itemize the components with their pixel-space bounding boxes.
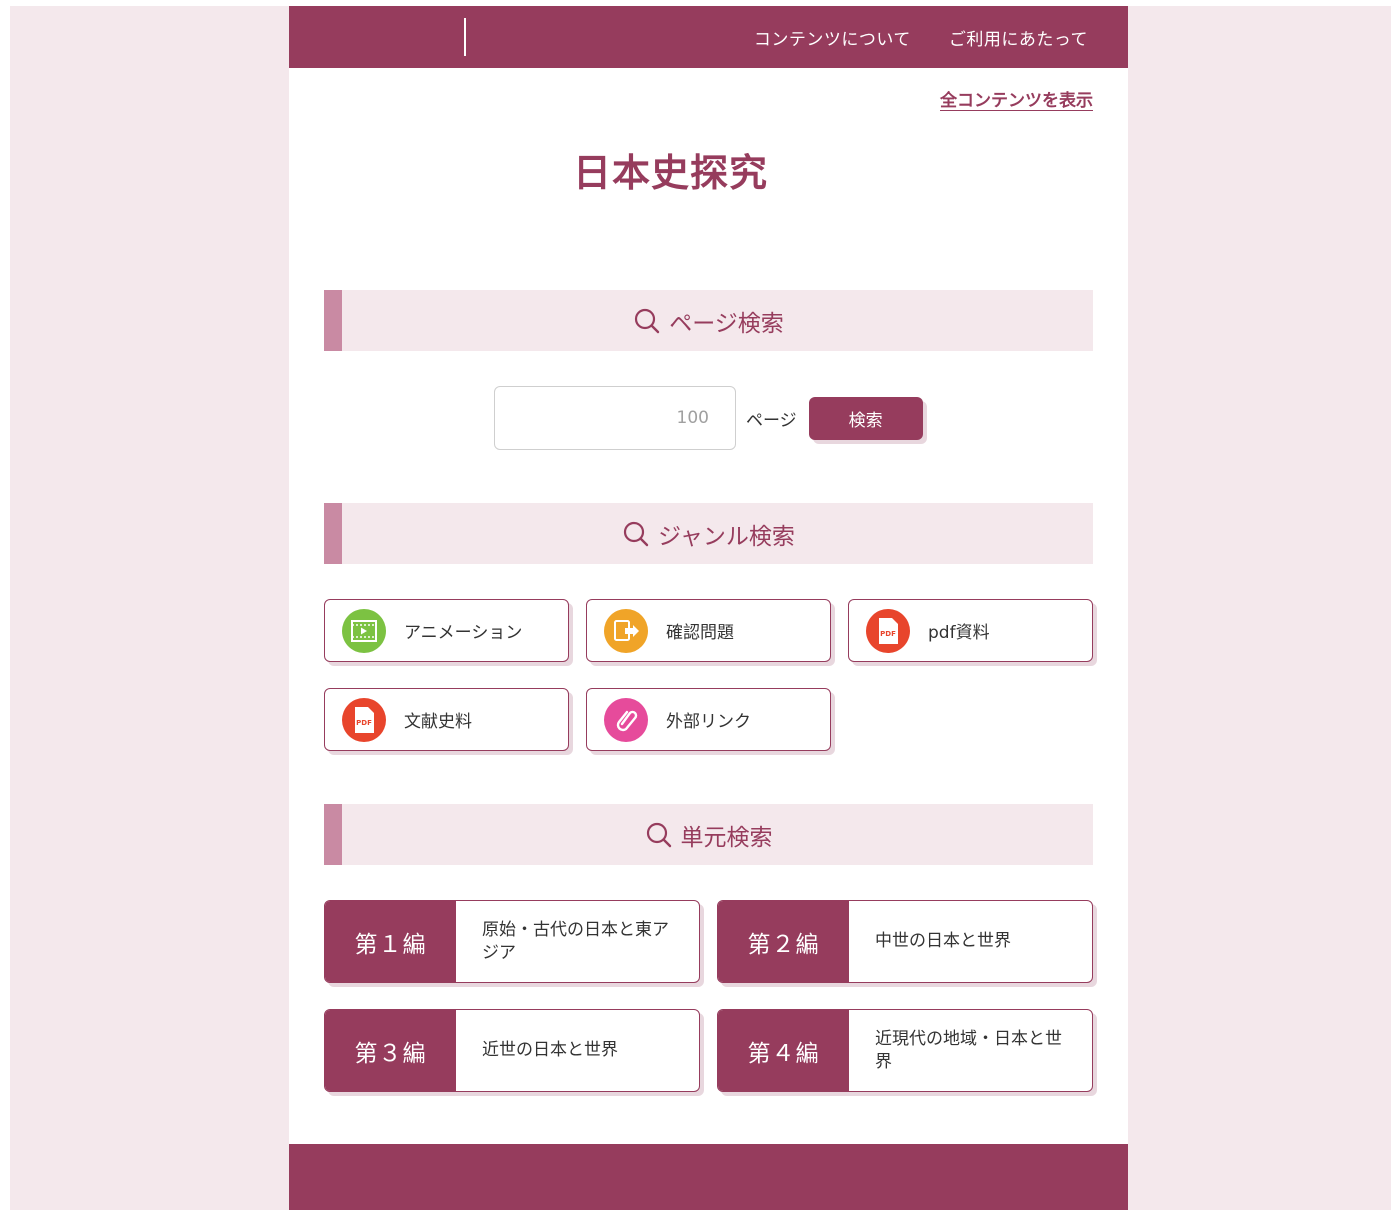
genre-label: 確認問題 — [666, 623, 734, 643]
svg-text:PDF: PDF — [880, 630, 896, 638]
unit-number: 第２編 — [718, 901, 849, 982]
genre-label: pdf資料 — [928, 623, 990, 643]
site-header: コンテンツについて ご利用にあたって — [289, 6, 1128, 68]
animation-icon — [342, 608, 386, 653]
search-icon — [623, 521, 649, 546]
quiz-icon — [604, 608, 648, 653]
page-search-form: ページ 検索 — [494, 386, 923, 450]
pdf-icon: PDF — [866, 608, 910, 653]
genre-animation-button[interactable]: アニメーション — [324, 599, 569, 662]
page-container: コンテンツについて ご利用にあたって 全コンテンツを表示 日本史探究 ページ検索… — [289, 6, 1128, 1210]
unit-title: 中世の日本と世界 — [875, 931, 1011, 952]
genre-label: 文献史料 — [404, 712, 472, 732]
unit-number: 第３編 — [325, 1010, 456, 1091]
site-footer — [289, 1144, 1128, 1210]
unit-button-1[interactable]: 第１編 原始・古代の日本と東アジア — [324, 900, 700, 983]
page-search-heading-label: ページ検索 — [669, 310, 784, 337]
page-title: 日本史探究 — [572, 151, 768, 195]
unit-button-2[interactable]: 第２編 中世の日本と世界 — [717, 900, 1093, 983]
unit-button-4[interactable]: 第４編 近現代の地域・日本と世界 — [717, 1009, 1093, 1092]
unit-search-heading-label: 単元検索 — [680, 824, 773, 851]
show-all-contents-link[interactable]: 全コンテンツを表示 — [940, 86, 1093, 111]
page-suffix-label: ページ — [746, 410, 797, 431]
unit-number: 第１編 — [325, 901, 456, 982]
nav-about-contents[interactable]: コンテンツについて — [754, 25, 911, 50]
genre-external-link-button[interactable]: 外部リンク — [586, 688, 831, 751]
nav-usage-notes[interactable]: ご利用にあたって — [949, 25, 1088, 50]
genre-pdf-button[interactable]: PDF pdf資料 — [848, 599, 1093, 662]
unit-search-heading: 単元検索 — [324, 804, 1093, 865]
unit-title: 原始・古代の日本と東アジア — [482, 919, 669, 963]
page-search-heading: ページ検索 — [324, 290, 1093, 351]
header-divider — [464, 18, 466, 56]
genre-documents-button[interactable]: PDF 文献史料 — [324, 688, 569, 751]
search-icon — [635, 308, 660, 333]
page-search-button[interactable]: 検索 — [808, 396, 923, 440]
pdf-icon: PDF — [342, 697, 386, 742]
header-nav: コンテンツについて ご利用にあたって — [754, 6, 1088, 68]
search-icon — [646, 822, 671, 847]
genre-label: アニメーション — [404, 623, 523, 643]
unit-title: 近世の日本と世界 — [482, 1040, 618, 1061]
genre-search-heading: ジャンル検索 — [324, 503, 1093, 564]
link-icon — [604, 697, 648, 742]
unit-title: 近現代の地域・日本と世界 — [875, 1028, 1062, 1072]
unit-button-3[interactable]: 第３編 近世の日本と世界 — [324, 1009, 700, 1092]
page-number-input[interactable] — [494, 386, 736, 450]
svg-text:PDF: PDF — [356, 719, 372, 727]
unit-number: 第４編 — [718, 1010, 849, 1091]
genre-label: 外部リンク — [666, 712, 751, 732]
genre-search-heading-label: ジャンル検索 — [658, 523, 795, 550]
genre-quiz-button[interactable]: 確認問題 — [586, 599, 831, 662]
